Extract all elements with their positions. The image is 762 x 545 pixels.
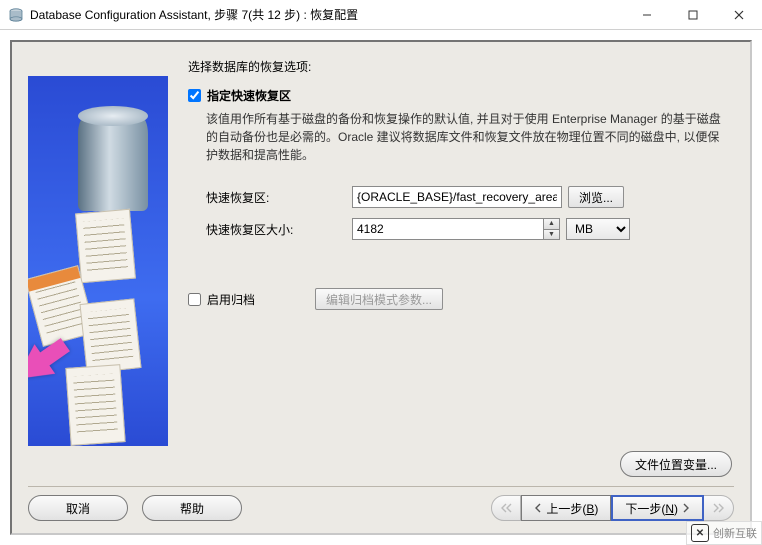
window-buttons: [624, 0, 762, 30]
fra-size-unit-select[interactable]: MB: [566, 218, 630, 240]
window-title: Database Configuration Assistant, 步骤 7(共…: [30, 6, 624, 23]
chevron-right-icon: [682, 503, 690, 513]
close-button[interactable]: [716, 0, 762, 30]
chevron-left-icon: [534, 503, 542, 513]
side-banner-image: [28, 76, 168, 446]
watermark: ✕ 创新互联: [686, 521, 762, 545]
section-prompt: 选择数据库的恢复选项:: [188, 58, 734, 75]
fra-size-input[interactable]: [353, 219, 543, 239]
cancel-button[interactable]: 取消: [28, 495, 128, 521]
main-row: 选择数据库的恢复选项: 指定快速恢复区 该值用作所有基于磁盘的备份和恢复操作的默…: [28, 56, 734, 486]
fra-description: 该值用作所有基于磁盘的备份和恢复操作的默认值, 并且对于使用 Enterpris…: [206, 110, 726, 164]
content-outer: 选择数据库的恢复选项: 指定快速恢复区 该值用作所有基于磁盘的备份和恢复操作的默…: [0, 30, 762, 545]
form-area: 选择数据库的恢复选项: 指定快速恢复区 该值用作所有基于磁盘的备份和恢复操作的默…: [188, 56, 734, 486]
skip-forward-button[interactable]: [704, 495, 734, 521]
watermark-text: 创新互联: [713, 525, 757, 541]
fra-checkbox-label[interactable]: 指定快速恢复区: [207, 87, 291, 104]
next-button[interactable]: 下一步(N): [611, 495, 704, 521]
archive-row: 启用归档 编辑归档模式参数...: [188, 288, 734, 310]
fra-path-label: 快速恢复区:: [206, 189, 346, 206]
spin-buttons: ▲ ▼: [543, 219, 559, 239]
fra-path-row: 快速恢复区: 浏览...: [206, 186, 734, 208]
browse-button[interactable]: 浏览...: [568, 186, 624, 208]
fra-path-input[interactable]: [352, 186, 562, 208]
nav-cluster: 上一步(B) 下一步(N): [491, 495, 734, 521]
app-icon: [8, 7, 24, 23]
minimize-button[interactable]: [624, 0, 670, 30]
fra-size-spinner: ▲ ▼: [352, 218, 560, 240]
archive-checkbox-row: 启用归档: [188, 291, 255, 308]
fra-size-label: 快速恢复区大小:: [206, 221, 346, 238]
double-chevron-left-icon: [500, 503, 512, 513]
fra-size-row: 快速恢复区大小: ▲ ▼ MB: [206, 218, 734, 240]
file-location-vars-button[interactable]: 文件位置变量...: [620, 451, 732, 477]
double-chevron-right-icon: [713, 503, 725, 513]
bottom-right-area: 文件位置变量...: [620, 451, 732, 477]
fra-checkbox-row: 指定快速恢复区: [188, 87, 734, 104]
archive-checkbox-label[interactable]: 启用归档: [207, 291, 255, 308]
archive-checkbox[interactable]: [188, 293, 201, 306]
titlebar: Database Configuration Assistant, 步骤 7(共…: [0, 0, 762, 30]
maximize-button[interactable]: [670, 0, 716, 30]
help-button[interactable]: 帮助: [142, 495, 242, 521]
spin-down[interactable]: ▼: [544, 230, 559, 240]
skip-back-button[interactable]: [491, 495, 521, 521]
spin-up[interactable]: ▲: [544, 219, 559, 230]
fra-checkbox[interactable]: [188, 89, 201, 102]
edit-archive-params-button[interactable]: 编辑归档模式参数...: [315, 288, 443, 310]
content-inner: 选择数据库的恢复选项: 指定快速恢复区 该值用作所有基于磁盘的备份和恢复操作的默…: [10, 40, 752, 535]
watermark-logo-icon: ✕: [691, 524, 709, 542]
back-button[interactable]: 上一步(B): [521, 495, 611, 521]
footer-bar: 取消 帮助 上一步(B) 下一步(N): [28, 486, 734, 521]
